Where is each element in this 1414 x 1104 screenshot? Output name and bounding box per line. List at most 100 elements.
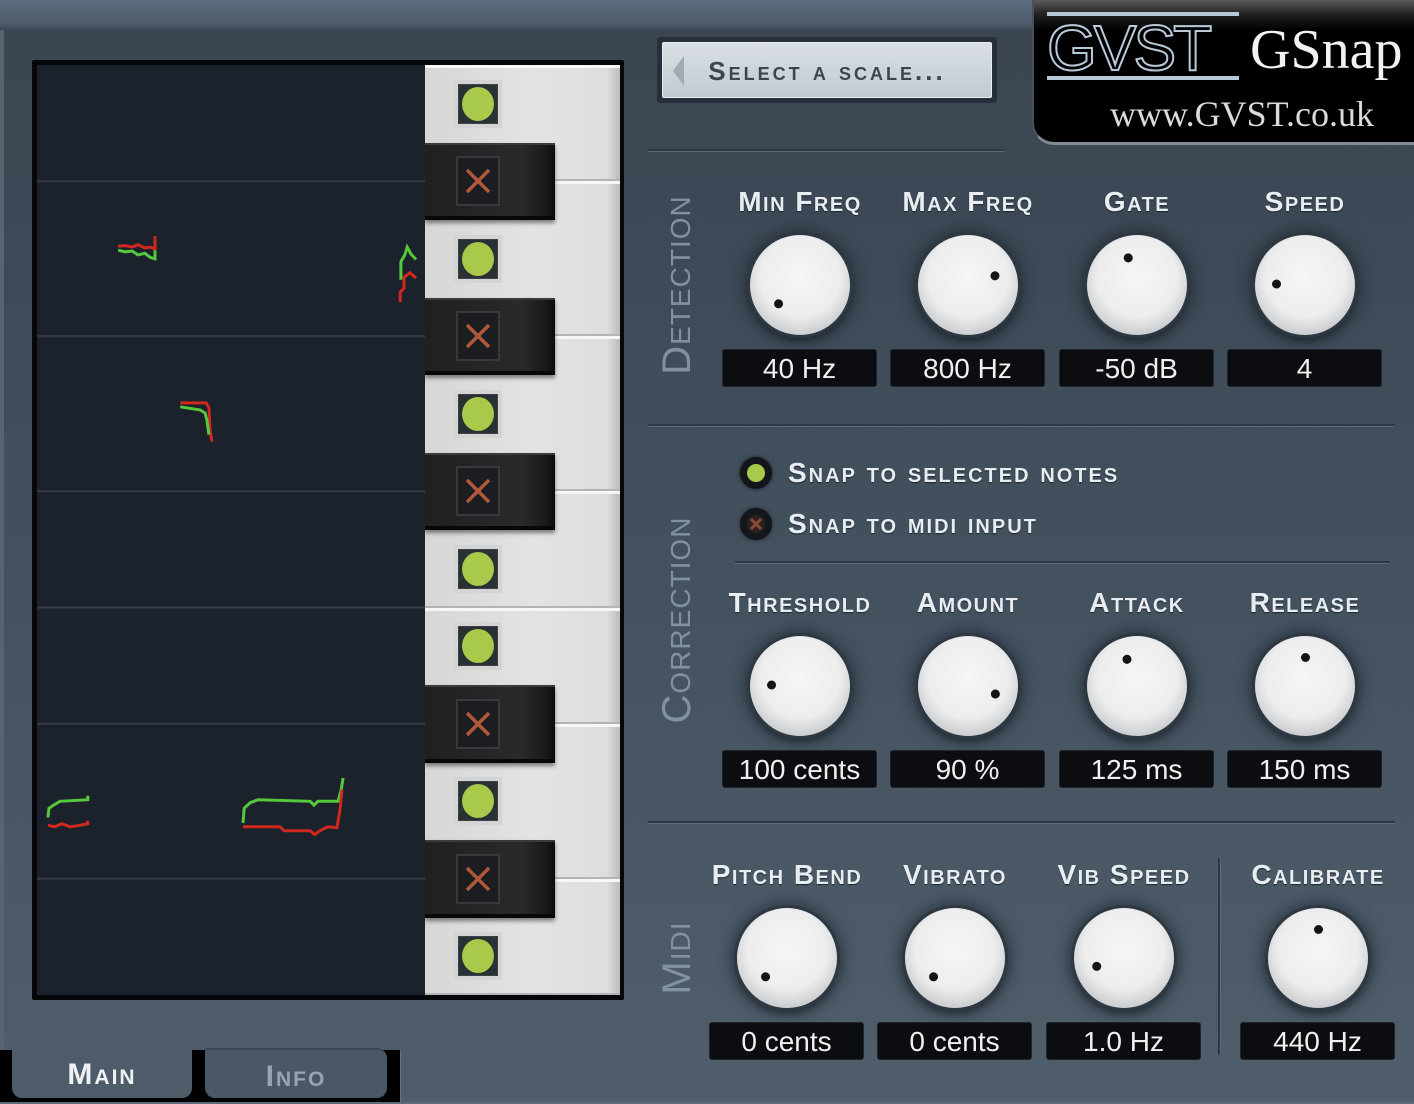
knob-pointer	[749, 635, 851, 737]
pointer-dot-icon	[990, 688, 1002, 700]
note-toggle-a-sharp[interactable]	[456, 156, 500, 207]
amount-value: 90 %	[890, 750, 1045, 788]
knob-pointer	[716, 887, 857, 1028]
gate-value: -50 dB	[1059, 349, 1214, 387]
attack-knob[interactable]	[1087, 636, 1187, 736]
green-dot-icon	[462, 551, 494, 586]
select-scale-label: Select a scale...	[708, 56, 946, 86]
note-toggle-f-sharp[interactable]	[456, 466, 500, 517]
knob-pointer	[1061, 895, 1187, 1021]
speed-value: 4	[1227, 349, 1382, 387]
divider	[648, 149, 1005, 152]
release-value: 150 ms	[1227, 750, 1382, 788]
pointer-dot-icon	[1121, 251, 1134, 264]
tab-info[interactable]: Info	[205, 1048, 387, 1098]
max-freq-value: 800 Hz	[890, 349, 1045, 387]
pointer-dot-icon	[1271, 279, 1281, 290]
threshold-knob[interactable]	[750, 636, 850, 736]
vib-speed-knob[interactable]	[1074, 908, 1174, 1008]
speed-label: Speed	[1264, 186, 1346, 217]
radio-indicator-icon	[740, 457, 772, 489]
calibrate-knob[interactable]	[1268, 908, 1368, 1008]
logo-bottom-line	[1047, 76, 1239, 80]
detected-pitch-trace	[241, 777, 345, 824]
calibrate-value: 440 Hz	[1240, 1022, 1395, 1060]
pitch-bend-knob[interactable]	[737, 908, 837, 1008]
note-toggle-f[interactable]	[458, 548, 498, 589]
green-dot-icon	[462, 784, 494, 819]
section-title-midi: Midi	[655, 921, 699, 995]
corrected-pitch-trace	[243, 789, 344, 837]
pitch-bend-control: Pitch Bend 0 cents	[707, 858, 867, 1063]
amount-knob[interactable]	[918, 636, 1018, 736]
select-scale-button[interactable]: Select a scale...	[662, 42, 992, 98]
release-knob[interactable]	[1255, 636, 1355, 736]
note-toggle-b[interactable]	[458, 83, 498, 124]
tab-strip-edge	[400, 1050, 401, 1102]
snap-to-selected-notes-radio[interactable]: Snap to selected notes	[738, 455, 1158, 491]
product-name: GSnap	[1250, 19, 1403, 81]
knob-pointer	[1073, 221, 1200, 348]
knob-pointer	[884, 887, 1025, 1028]
vibrato-value: 0 cents	[877, 1022, 1032, 1060]
knob-pointer	[1072, 621, 1202, 751]
attack-control: Attack 125 ms	[1057, 586, 1217, 791]
pointer-dot-icon	[759, 971, 772, 984]
green-dot-icon	[462, 396, 494, 431]
min-freq-knob[interactable]	[750, 235, 850, 335]
detected-pitch-trace	[179, 405, 211, 435]
radio-indicator-icon	[740, 508, 772, 540]
x-mark-icon	[465, 324, 491, 349]
snap-to-selected-notes-label: Snap to selected notes	[788, 457, 1120, 488]
note-toggle-g-sharp[interactable]	[456, 311, 500, 362]
gvst-logo-panel: GVST GSnap www.GVST.co.uk	[1032, 0, 1414, 145]
note-toggle-c[interactable]	[458, 936, 498, 977]
x-mark-icon	[749, 517, 763, 531]
corrected-pitch-trace	[47, 820, 90, 829]
x-mark-icon	[465, 711, 491, 736]
snap-to-midi-input-label: Snap to midi input	[788, 508, 1038, 539]
pointer-dot-icon	[772, 298, 785, 311]
pitch-trace-canvas	[37, 180, 425, 880]
divider	[648, 821, 1395, 824]
vib-speed-control: Vib Speed 1.0 Hz	[1044, 858, 1204, 1063]
vib-speed-label: Vib Speed	[1057, 859, 1191, 890]
x-mark-icon	[465, 479, 491, 504]
release-control: Release 150 ms	[1225, 586, 1385, 791]
note-toggle-g[interactable]	[458, 393, 498, 434]
note-toggle-d[interactable]	[458, 781, 498, 822]
section-title-correction: Correction	[655, 516, 699, 724]
min-freq-value: 40 Hz	[722, 349, 877, 387]
pointer-dot-icon	[766, 680, 776, 691]
gate-control: Gate -50 dB	[1057, 185, 1217, 390]
snap-to-midi-input-radio[interactable]: Snap to midi input	[738, 506, 1158, 542]
note-toggle-a[interactable]	[458, 238, 498, 279]
knob-pointer	[1254, 234, 1356, 336]
speed-control: Speed 4	[1225, 185, 1385, 390]
speed-knob[interactable]	[1255, 235, 1355, 335]
vibrato-control: Vibrato 0 cents	[875, 858, 1035, 1063]
max-freq-knob[interactable]	[918, 235, 1018, 335]
threshold-control: Threshold 100 cents	[720, 586, 880, 791]
green-dot-icon	[462, 86, 494, 121]
tab-main[interactable]: Main	[12, 1048, 192, 1098]
pointer-dot-icon	[1120, 653, 1133, 665]
gate-knob[interactable]	[1087, 235, 1187, 335]
divider	[735, 561, 1390, 564]
green-dot-icon	[462, 939, 494, 974]
knob-pointer	[1268, 908, 1368, 1008]
pointer-dot-icon	[1313, 924, 1323, 934]
note-toggle-e[interactable]	[458, 626, 498, 667]
knob-pointer	[1255, 636, 1355, 736]
vibrato-knob[interactable]	[905, 908, 1005, 1008]
amount-control: Amount 90 %	[888, 586, 1048, 791]
release-label: Release	[1249, 587, 1361, 618]
note-toggle-c-sharp[interactable]	[456, 853, 500, 904]
note-toggle-d-sharp[interactable]	[456, 698, 500, 749]
green-dot-icon	[462, 629, 494, 664]
knob-pointer	[907, 625, 1030, 748]
knob-pointer	[729, 214, 870, 355]
pointer-dot-icon	[927, 971, 940, 984]
attack-value: 125 ms	[1059, 750, 1214, 788]
pointer-dot-icon	[1090, 961, 1103, 973]
